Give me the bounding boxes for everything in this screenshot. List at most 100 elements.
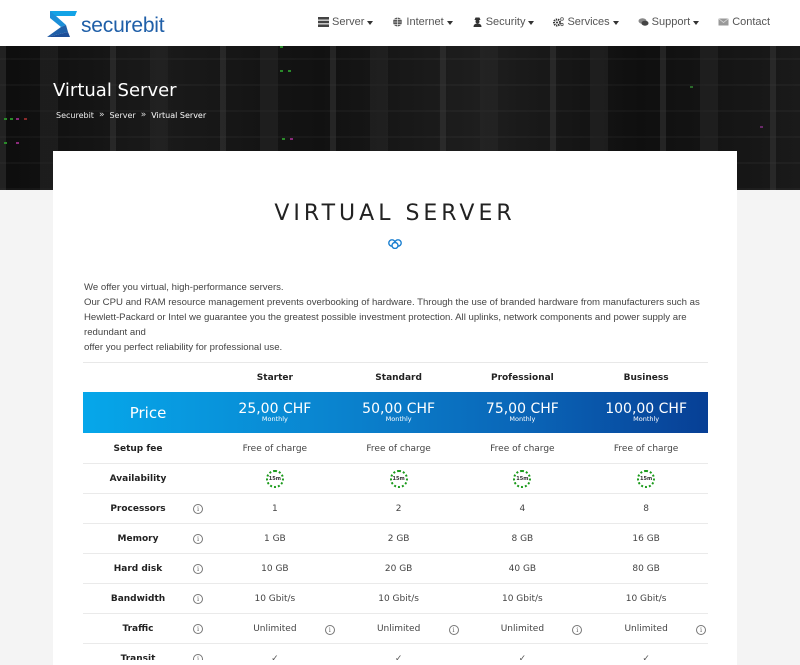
feature-label: Processors [110, 503, 166, 514]
price-period: Monthly [509, 415, 536, 424]
nav-contact-label: Contact [732, 16, 771, 28]
feature-value-business: 15m [584, 469, 708, 488]
feature-label: Bandwidth [110, 593, 166, 604]
chat-icon [638, 18, 649, 26]
info-icon[interactable]: i [448, 624, 459, 635]
info-icon[interactable]: i [193, 563, 203, 574]
checkmark-icon: ✓ [642, 654, 650, 660]
nav-services[interactable]: Services [553, 16, 619, 28]
breadcrumb: Securebit » Server » Virtual Server [56, 110, 206, 120]
price-standard: 50,00 CHF Monthly [337, 402, 461, 423]
feature-value-starter: 10 GB [213, 564, 337, 574]
cogs-icon [553, 17, 565, 27]
nav-contact[interactable]: Contact [718, 16, 770, 28]
feature-label: Traffic [122, 623, 154, 634]
checkmark-icon: ✓ [271, 654, 279, 660]
logo[interactable]: securebit [44, 10, 165, 38]
plan-name-business: Business [623, 372, 669, 383]
feature-value-text: 4 [519, 503, 526, 514]
breadcrumb-current: Virtual Server [151, 110, 207, 120]
feature-value-text: 1 [272, 503, 278, 514]
info-icon[interactable]: i [193, 623, 203, 634]
feature-value-starter: ✓ [213, 654, 337, 660]
feature-value-standard: ✓ [337, 654, 461, 660]
feature-value-text: 10 Gbit/s [625, 593, 667, 604]
chevron-down-icon [367, 20, 374, 25]
feature-value-professional: Unlimited i [461, 624, 585, 635]
feature-value-starter: Unlimited i [213, 624, 337, 635]
feature-label: Memory [117, 533, 159, 544]
checkmark-icon: ✓ [518, 654, 527, 660]
nav-internet[interactable]: Internet [392, 16, 453, 28]
feature-value-text: Free of charge [490, 443, 555, 454]
price-starter: 25,00 CHF Monthly [213, 402, 337, 423]
nav-services-label: Services [567, 16, 610, 28]
title-divider-icon [350, 239, 440, 249]
info-icon[interactable]: i [193, 593, 203, 604]
breadcrumb-home[interactable]: Securebit [56, 111, 94, 120]
feature-row-transit: Transit i ✓ ✓ ✓ ✓ [83, 644, 708, 660]
feature-value-professional: 15m [461, 469, 585, 488]
feature-value-business: 10 Gbit/s [584, 594, 708, 604]
feature-value-starter: 15m [213, 469, 337, 488]
chevron-down-icon [528, 20, 535, 25]
feature-value-text: 2 [395, 503, 402, 514]
top-navbar: securebit Server Internet Security Servi… [0, 0, 800, 46]
feature-value-text: Free of charge [242, 443, 308, 454]
chevron-down-icon [693, 20, 700, 25]
info-icon[interactable]: i [193, 533, 203, 544]
feature-value-professional: Free of charge [461, 444, 585, 454]
info-icon[interactable]: i [572, 624, 583, 635]
availability-15m-icon: 15m [637, 469, 656, 488]
feature-row-bandwidth: Bandwidth i 10 Gbit/s 10 Gbit/s 10 Gbit/s 10 … [83, 584, 708, 614]
feature-value-professional: ✓ [461, 654, 585, 660]
feature-label: Availability [109, 473, 167, 484]
info-icon[interactable]: i [324, 624, 335, 635]
breadcrumb-separator-icon: » [98, 110, 105, 120]
feature-value-professional: 40 GB [461, 564, 585, 574]
nav-security-label: Security [485, 16, 526, 28]
price-business: 100,00 CHF Monthly [584, 402, 708, 423]
feature-value-starter: 10 Gbit/s [213, 594, 337, 604]
info-icon[interactable]: i [193, 654, 203, 660]
feature-row-memory: Memory i 1 GB 2 GB 8 GB 16 GB [83, 524, 708, 554]
feature-row-availability: Availability 15m 15m 15m 15m [83, 464, 708, 494]
feature-value-text: 10 GB [261, 563, 289, 574]
price-label: Price [129, 403, 167, 422]
feature-value-business: Free of charge [584, 444, 708, 454]
availability-15m-icon: 15m [513, 469, 532, 488]
feature-row-processors: Processors i 1 2 4 8 [83, 494, 708, 524]
chevron-down-icon [446, 20, 453, 25]
breadcrumb-separator-icon: » [140, 110, 147, 120]
feature-value-text: 8 GB [511, 533, 534, 544]
feature-value-standard: Free of charge [337, 444, 461, 454]
feature-value-standard: Unlimited i [337, 624, 461, 635]
breadcrumb-server[interactable]: Server [109, 111, 135, 120]
price-amount: 75,00 CHF [485, 401, 559, 418]
feature-value-starter: Free of charge [213, 444, 337, 454]
feature-value-standard: 20 GB [337, 564, 461, 574]
feature-value-starter: 1 [213, 504, 337, 514]
feature-value-business: ✓ [584, 654, 708, 660]
info-icon[interactable]: i [193, 503, 203, 514]
feature-value-professional: 8 GB [461, 534, 585, 544]
feature-value-text: 8 [643, 503, 649, 514]
envelope-icon [718, 18, 729, 26]
feature-value-professional: 10 Gbit/s [461, 594, 585, 604]
intro-line: We offer you virtual, high-performance s… [84, 282, 284, 293]
feature-value-text: Free of charge [366, 443, 431, 454]
price-amount: 100,00 CHF [605, 401, 688, 418]
nav-security[interactable]: Security [472, 16, 535, 28]
nav-support[interactable]: Support [638, 16, 700, 28]
plan-name-standard: Standard [375, 372, 422, 383]
info-icon[interactable]: i [696, 624, 706, 635]
nav-server[interactable]: Server [318, 16, 374, 28]
price-professional: 75,00 CHF Monthly [461, 402, 585, 423]
feature-label: Setup fee [113, 443, 163, 454]
logo-text: securebit [81, 14, 165, 37]
availability-15m-icon: 15m [265, 469, 284, 488]
feature-value-text: 16 GB [632, 533, 660, 544]
page-title: Virtual Server [53, 80, 177, 101]
feature-value-business: 80 GB [584, 564, 708, 574]
price-period: Monthly [633, 415, 660, 424]
